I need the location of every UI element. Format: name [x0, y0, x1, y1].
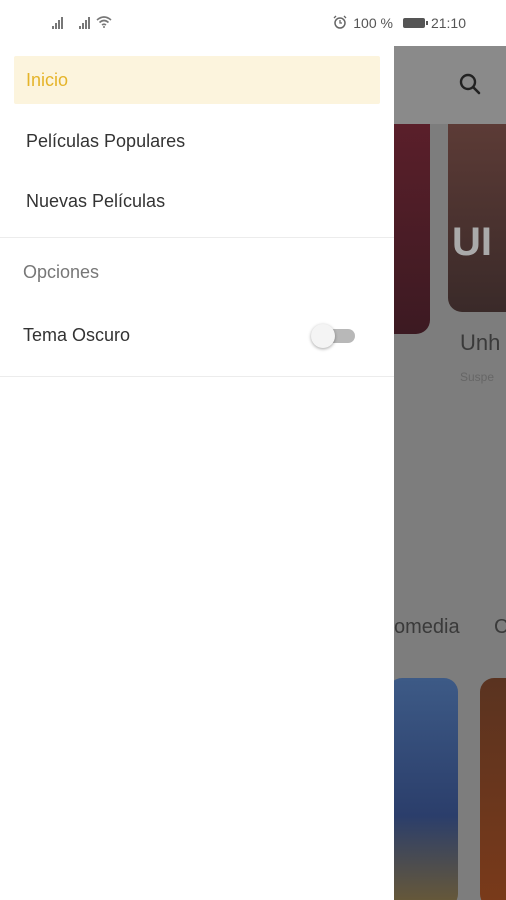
section-title-opciones: Opciones — [23, 262, 100, 282]
genre-tab: omedia — [394, 616, 460, 638]
drawer-item-peliculas-populares[interactable]: Películas Populares — [14, 117, 380, 165]
clock: 21:10 — [430, 15, 466, 31]
battery-icon — [402, 18, 428, 28]
divider — [0, 237, 394, 238]
signal-icon — [79, 17, 90, 29]
drawer-item-inicio[interactable]: Inicio — [14, 56, 380, 104]
status-right: 100 % 21:10 — [333, 15, 466, 32]
movie-title: Unh — [460, 330, 501, 355]
genre-tab: C — [494, 616, 506, 638]
battery-percent: 100 % — [353, 15, 393, 31]
status-left — [52, 15, 112, 31]
wifi-icon — [96, 15, 112, 31]
background-app-scrim[interactable]: UI Unh Suspe omedia C — [394, 44, 506, 900]
drawer-item-nuevas-peliculas[interactable]: Nuevas Películas — [14, 177, 380, 225]
movie-poster — [394, 124, 430, 334]
movie-poster — [480, 678, 506, 900]
search-icon — [458, 72, 482, 96]
dark-theme-toggle[interactable] — [311, 324, 357, 348]
signal-icon — [52, 17, 63, 29]
background-toolbar — [394, 44, 506, 124]
movie-poster: UI — [448, 124, 506, 312]
toggle-thumb — [311, 324, 335, 348]
movie-genre: Suspe — [460, 370, 495, 384]
movie-poster — [394, 678, 458, 900]
dark-theme-label: Tema Oscuro — [23, 325, 131, 345]
alarm-icon — [333, 15, 347, 32]
status-bar: 100 % 21:10 — [0, 0, 506, 46]
navigation-drawer: Inicio Películas Populares Nuevas Pelícu… — [0, 44, 394, 900]
divider — [0, 376, 394, 377]
